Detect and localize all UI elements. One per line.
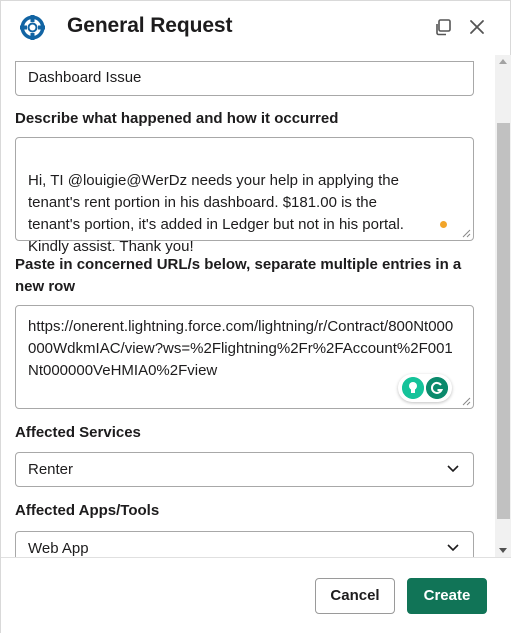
create-button[interactable]: Create bbox=[407, 578, 487, 614]
lightbulb-icon[interactable] bbox=[402, 377, 424, 399]
description-value: Hi, TI @louigie@WerDz needs your help in… bbox=[28, 172, 404, 255]
general-request-dialog: General Request Dashboard Issue Describe… bbox=[0, 0, 511, 633]
subject-input[interactable]: Dashboard Issue bbox=[15, 61, 474, 96]
grammarly-widget[interactable] bbox=[398, 374, 452, 402]
form-scroll-area[interactable]: Dashboard Issue Describe what happened a… bbox=[1, 55, 495, 557]
scroll-up-icon[interactable] bbox=[499, 59, 507, 64]
close-icon[interactable] bbox=[467, 17, 487, 37]
urls-label: Paste in concerned URL/s below, separate… bbox=[15, 256, 462, 295]
resize-handle-icon[interactable] bbox=[462, 397, 471, 406]
status-dot-icon bbox=[440, 221, 447, 228]
dialog-title: General Request bbox=[67, 14, 233, 37]
subject-value: Dashboard Issue bbox=[28, 69, 142, 86]
scrollbar-thumb[interactable] bbox=[497, 123, 510, 519]
affected-apps-value: Web App bbox=[28, 540, 89, 557]
dialog-header: General Request bbox=[1, 1, 511, 55]
description-textarea[interactable]: Hi, TI @louigie@WerDz needs your help in… bbox=[15, 137, 474, 255]
popout-window-icon[interactable] bbox=[434, 17, 454, 37]
resize-handle-icon[interactable] bbox=[462, 229, 471, 238]
affected-apps-select[interactable]: Web App bbox=[15, 531, 474, 557]
urls-value: https://onerent.lightning.force.com/ligh… bbox=[28, 318, 454, 379]
scrollbar[interactable] bbox=[495, 55, 511, 557]
cancel-button[interactable]: Cancel bbox=[315, 578, 395, 614]
chevron-down-icon bbox=[447, 544, 459, 552]
dialog-footer: Cancel Create bbox=[1, 557, 511, 633]
scroll-down-icon[interactable] bbox=[499, 548, 507, 553]
chevron-down-icon bbox=[447, 465, 459, 473]
grammarly-icon[interactable] bbox=[426, 377, 448, 399]
affected-services-label: Affected Services bbox=[15, 424, 141, 441]
affected-apps-label: Affected Apps/Tools bbox=[15, 502, 160, 519]
description-label: Describe what happened and how it occurr… bbox=[15, 110, 339, 127]
affected-services-value: Renter bbox=[28, 461, 74, 478]
lifebuoy-icon bbox=[20, 15, 45, 40]
affected-services-select[interactable]: Renter bbox=[15, 452, 474, 487]
